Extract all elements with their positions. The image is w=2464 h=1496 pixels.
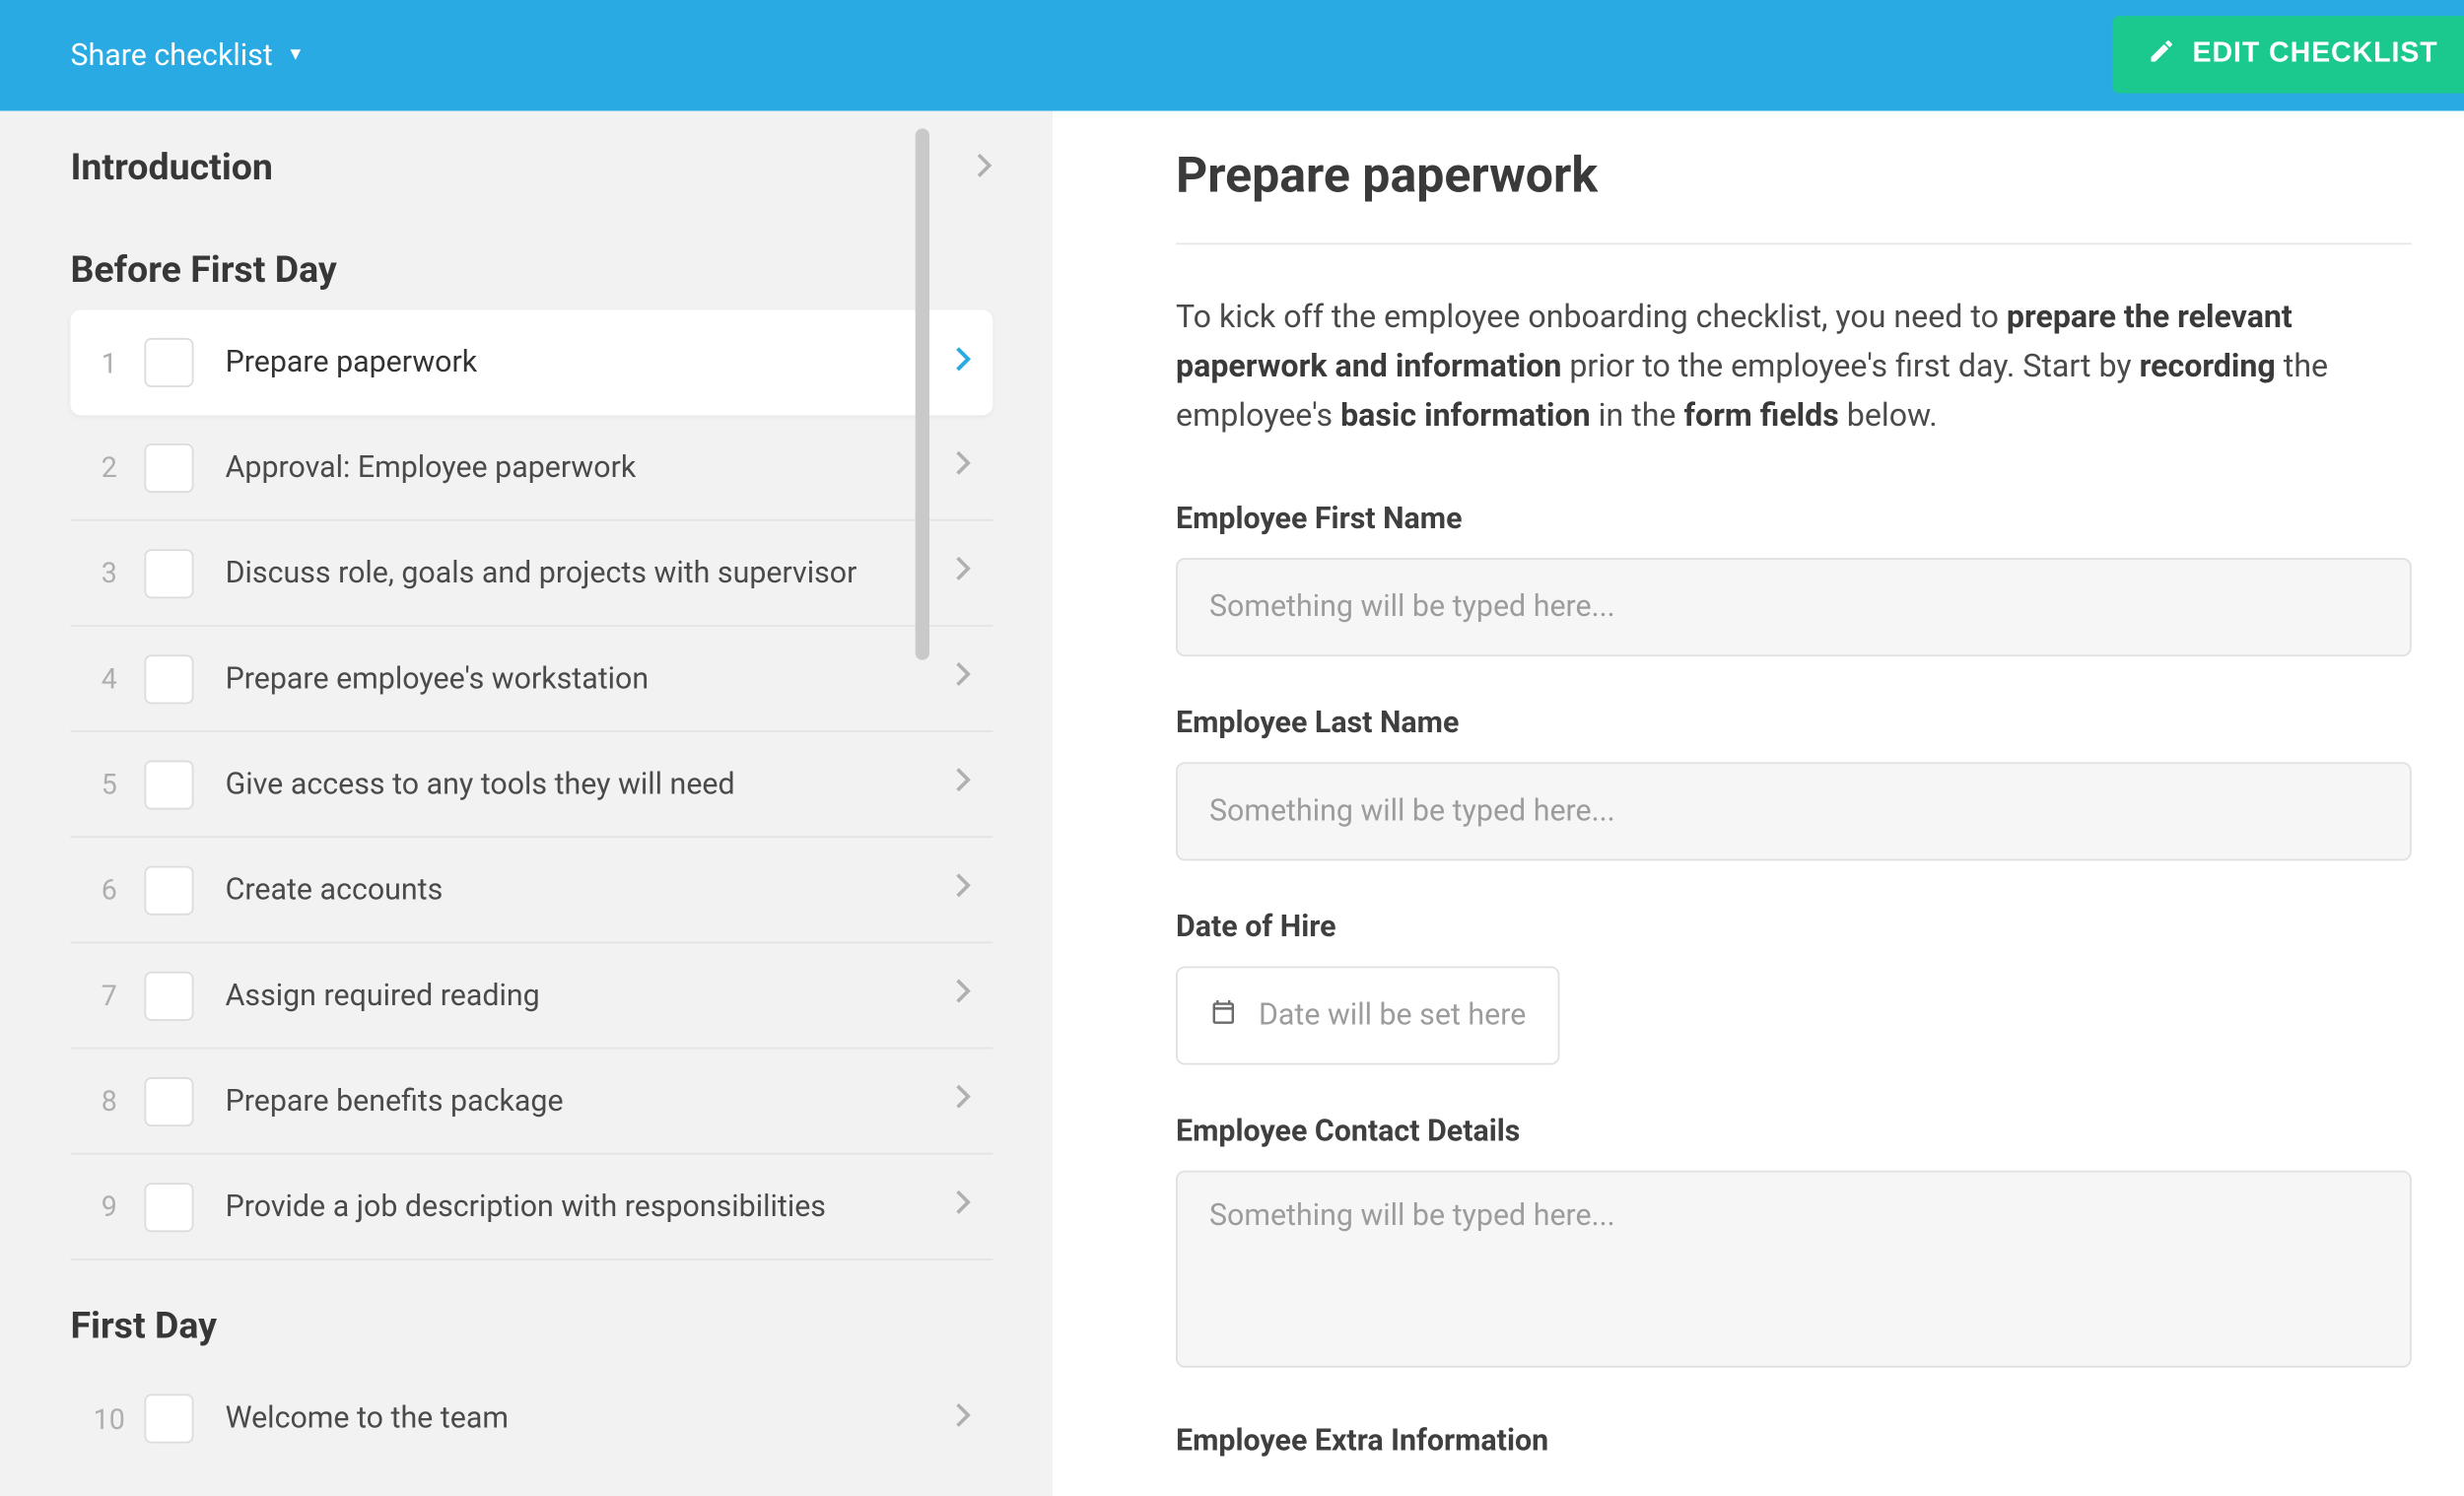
field-first-name: Employee First Name bbox=[1176, 501, 2412, 655]
task-number: 8 bbox=[74, 1084, 144, 1118]
sidebar-scrollbar[interactable] bbox=[916, 128, 929, 780]
chevron-right-icon bbox=[954, 871, 972, 909]
field-date-of-hire: Date of Hire Date will be set here bbox=[1176, 910, 2412, 1064]
task-number: 4 bbox=[74, 662, 144, 696]
contact-details-input[interactable] bbox=[1176, 1170, 2412, 1367]
share-checklist-link[interactable]: Share checklist ▼ bbox=[70, 37, 304, 73]
task-number: 7 bbox=[74, 979, 144, 1012]
task-item-10[interactable]: 10 Welcome to the team bbox=[70, 1366, 992, 1471]
task-label: Approval: Employee paperwork bbox=[226, 449, 954, 485]
task-label: Prepare paperwork bbox=[226, 345, 954, 380]
section-before-first-day[interactable]: Before First Day bbox=[70, 208, 992, 310]
page-title: Prepare paperwork bbox=[1176, 146, 2412, 244]
task-list-first-day: 10 Welcome to the team bbox=[70, 1366, 992, 1471]
field-contact-details: Employee Contact Details bbox=[1176, 1114, 2412, 1374]
task-list-before: 1 Prepare paperwork 2 Approval: Employee… bbox=[70, 309, 992, 1259]
intro-text: in the bbox=[1591, 397, 1684, 435]
intro-text: below. bbox=[1839, 397, 1938, 435]
task-item-1[interactable]: 1 Prepare paperwork bbox=[70, 309, 992, 415]
checklist-sidebar: Introduction Before First Day 1 Prepare … bbox=[0, 111, 1053, 1496]
task-item-8[interactable]: 8 Prepare benefits package bbox=[70, 1049, 992, 1154]
task-number: 5 bbox=[74, 768, 144, 801]
caret-down-icon: ▼ bbox=[287, 45, 305, 65]
task-checkbox[interactable] bbox=[144, 548, 193, 597]
chevron-right-icon bbox=[975, 148, 992, 190]
intro-bold: form fields bbox=[1683, 397, 1838, 435]
task-item-7[interactable]: 7 Assign required reading bbox=[70, 943, 992, 1049]
chevron-right-icon bbox=[954, 977, 972, 1014]
scroll-thumb[interactable] bbox=[916, 128, 929, 659]
edit-checklist-button[interactable]: EDIT CHECKLIST bbox=[2111, 16, 2464, 94]
field-last-name: Employee Last Name bbox=[1176, 706, 2412, 860]
chevron-right-icon bbox=[954, 555, 972, 592]
chevron-right-icon bbox=[954, 1189, 972, 1226]
task-label: Give access to any tools they will need bbox=[226, 767, 954, 802]
task-label: Prepare employee's workstation bbox=[226, 661, 954, 697]
task-label: Welcome to the team bbox=[226, 1401, 954, 1437]
section-title: First Day bbox=[70, 1306, 217, 1348]
task-item-9[interactable]: 9 Provide a job description with respons… bbox=[70, 1155, 992, 1260]
task-label: Provide a job description with responsib… bbox=[226, 1189, 954, 1224]
field-extra-info: Employee Extra Information bbox=[1176, 1423, 2412, 1459]
task-label: Assign required reading bbox=[226, 978, 954, 1013]
task-label: Prepare benefits package bbox=[226, 1083, 954, 1119]
task-checkbox[interactable] bbox=[144, 760, 193, 809]
last-name-input[interactable] bbox=[1176, 762, 2412, 860]
field-label: Date of Hire bbox=[1176, 910, 2412, 945]
intro-bold: basic information bbox=[1340, 397, 1591, 435]
chevron-right-icon bbox=[954, 1082, 972, 1120]
task-number: 3 bbox=[74, 556, 144, 589]
task-checkbox[interactable] bbox=[144, 971, 193, 1020]
section-first-day[interactable]: First Day bbox=[70, 1260, 992, 1366]
task-label: Create accounts bbox=[226, 872, 954, 908]
intro-bold: recording bbox=[2140, 348, 2276, 385]
field-label: Employee First Name bbox=[1176, 501, 2412, 536]
task-checkbox[interactable] bbox=[144, 653, 193, 703]
edit-label: EDIT CHECKLIST bbox=[2193, 38, 2438, 70]
task-number: 1 bbox=[74, 346, 144, 379]
task-number: 9 bbox=[74, 1190, 144, 1223]
task-number: 6 bbox=[74, 873, 144, 907]
field-label: Employee Contact Details bbox=[1176, 1114, 2412, 1149]
intro-paragraph: To kick off the employee onboarding chec… bbox=[1176, 294, 2412, 441]
first-name-input[interactable] bbox=[1176, 558, 2412, 656]
pencil-icon bbox=[2147, 36, 2175, 74]
task-label: Discuss role, goals and projects with su… bbox=[226, 555, 954, 590]
task-checkbox[interactable] bbox=[144, 442, 193, 492]
share-label: Share checklist bbox=[70, 37, 272, 73]
intro-text: To kick off the employee onboarding chec… bbox=[1176, 300, 2007, 337]
intro-text: prior to the employee's first day. Start… bbox=[1561, 348, 2139, 385]
section-title: Introduction bbox=[70, 148, 273, 190]
task-item-6[interactable]: 6 Create accounts bbox=[70, 838, 992, 943]
field-label: Employee Last Name bbox=[1176, 706, 2412, 741]
calendar-icon bbox=[1209, 997, 1238, 1033]
task-item-3[interactable]: 3 Discuss role, goals and projects with … bbox=[70, 521, 992, 627]
task-number: 2 bbox=[74, 450, 144, 484]
task-checkbox[interactable] bbox=[144, 1182, 193, 1231]
date-of-hire-input[interactable]: Date will be set here bbox=[1176, 966, 1559, 1064]
chevron-right-icon bbox=[954, 766, 972, 803]
task-item-4[interactable]: 4 Prepare employee's workstation bbox=[70, 627, 992, 732]
top-header: Share checklist ▼ EDIT CHECKLIST bbox=[0, 0, 2464, 111]
task-item-2[interactable]: 2 Approval: Employee paperwork bbox=[70, 415, 992, 520]
task-checkbox[interactable] bbox=[144, 338, 193, 387]
date-placeholder: Date will be set here bbox=[1259, 997, 1526, 1033]
step-content: Prepare paperwork To kick off the employ… bbox=[1053, 111, 2464, 1496]
chevron-right-icon bbox=[954, 660, 972, 698]
chevron-right-icon bbox=[954, 448, 972, 486]
chevron-right-icon bbox=[954, 1400, 972, 1438]
field-label: Employee Extra Information bbox=[1176, 1423, 2412, 1459]
task-number: 10 bbox=[74, 1402, 144, 1436]
task-checkbox[interactable] bbox=[144, 865, 193, 915]
chevron-right-icon bbox=[954, 344, 972, 381]
task-checkbox[interactable] bbox=[144, 1076, 193, 1125]
section-introduction[interactable]: Introduction bbox=[70, 125, 992, 208]
task-checkbox[interactable] bbox=[144, 1394, 193, 1444]
section-title: Before First Day bbox=[70, 250, 336, 293]
task-item-5[interactable]: 5 Give access to any tools they will nee… bbox=[70, 732, 992, 838]
